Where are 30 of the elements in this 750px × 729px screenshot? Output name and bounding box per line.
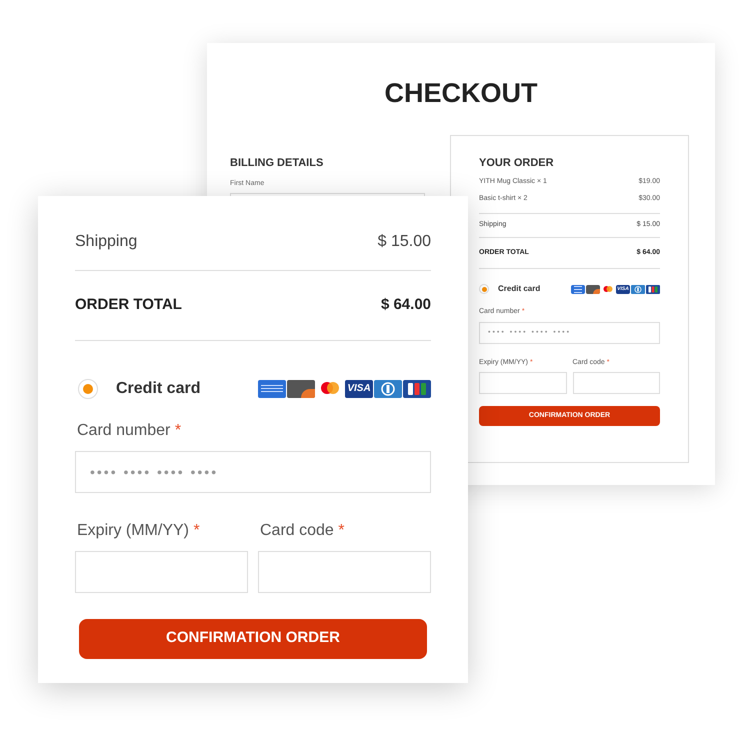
section-heading: BILLING DETAILS	[230, 156, 324, 170]
text-field[interactable]	[572, 372, 660, 394]
card-logo-icon	[571, 284, 585, 294]
text-field[interactable]	[258, 550, 431, 592]
card-logo-icon	[258, 380, 286, 398]
section-heading: YOUR ORDER	[479, 156, 555, 170]
field-label: Card number *	[77, 420, 182, 440]
text-field[interactable]	[479, 372, 566, 394]
field-label: Card code *	[260, 520, 346, 540]
card-logo-icon	[586, 284, 600, 294]
card-number-field[interactable]: •••• •••• •••• ••••	[75, 450, 431, 492]
card-logo-icon	[374, 380, 402, 398]
visa-logo: VISA	[345, 380, 373, 398]
card-logo-icon	[646, 284, 660, 294]
payment-method-label: Credit card	[498, 283, 540, 295]
card-logo-icon	[287, 380, 315, 398]
payment-method-label: Credit card	[116, 378, 200, 398]
field-label: Expiry (MM/YY) *	[77, 520, 201, 540]
order-total-value: $ 64.00	[380, 295, 431, 315]
page-title: CHECKOUT	[384, 77, 538, 110]
order-total-label: ORDER TOTAL	[75, 295, 182, 315]
card-logo-icon	[601, 284, 615, 294]
card-logo-icon	[403, 380, 431, 398]
card-logo-icon	[631, 284, 645, 294]
radio-button[interactable]	[78, 378, 98, 398]
text-field[interactable]	[75, 550, 248, 592]
shipping-label: Shipping	[75, 232, 138, 252]
shipping-value: $ 15.00	[378, 232, 431, 252]
radio-button[interactable]	[479, 284, 489, 294]
confirmation-order-button[interactable]: CONFIRMATION ORDER	[79, 618, 427, 658]
